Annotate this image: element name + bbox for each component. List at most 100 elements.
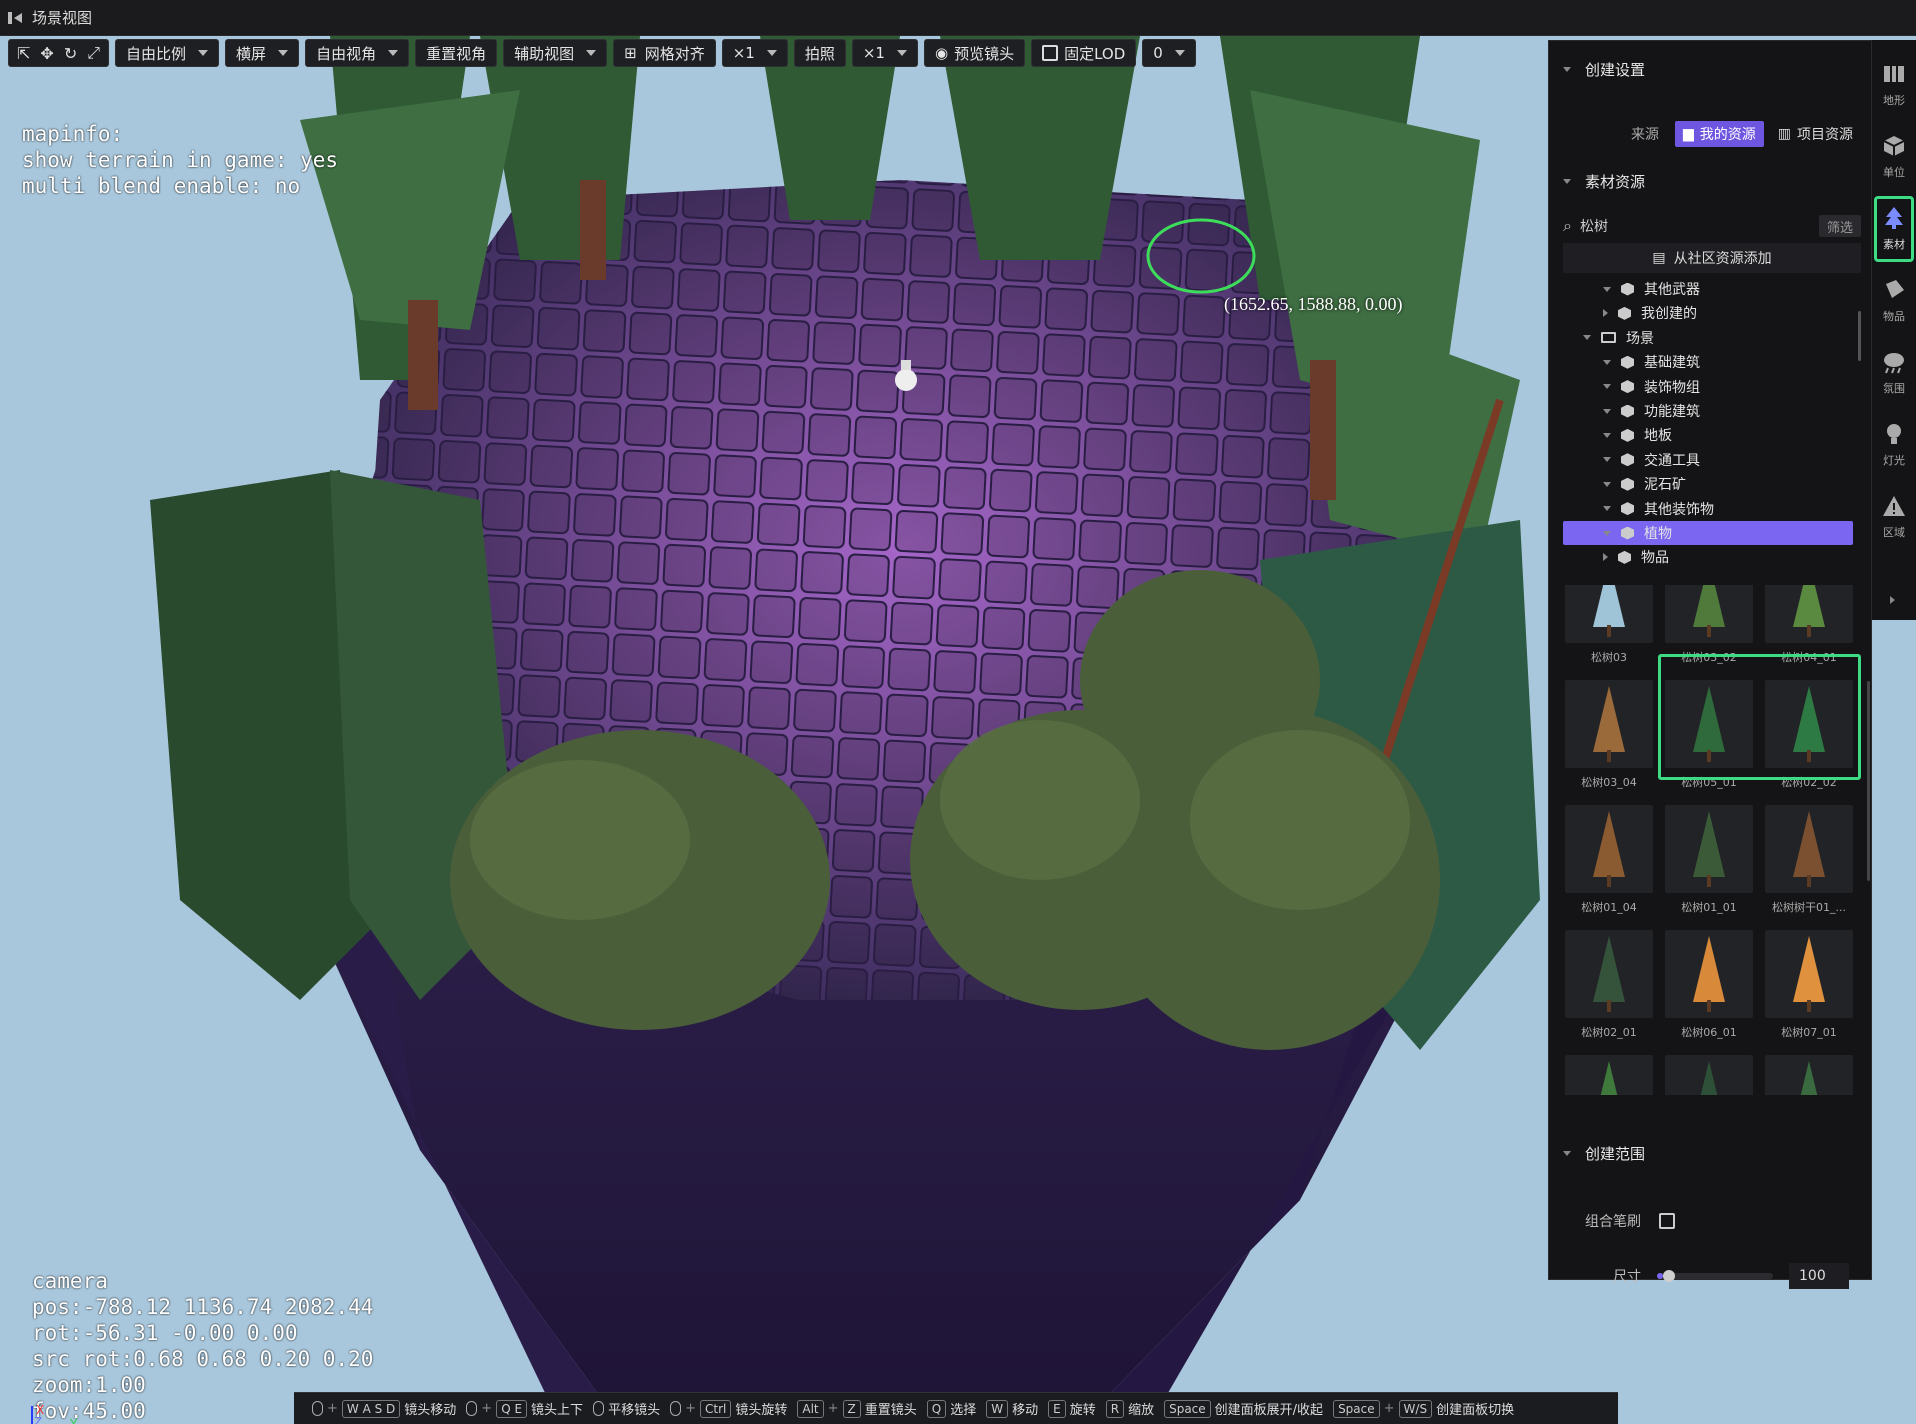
chevron-down-icon[interactable] <box>1583 335 1591 341</box>
community-add-button[interactable]: ▤ 从社区资源添加 <box>1563 243 1861 273</box>
tree-item[interactable]: 植物 <box>1563 521 1853 545</box>
scale-dropdown[interactable]: 自由比例 <box>115 39 220 67</box>
create-range-header[interactable]: 创建范围 <box>1549 1133 1873 1173</box>
reset-view-button[interactable]: 重置视角 <box>415 39 498 67</box>
photo-mult-dropdown[interactable]: ×1 <box>851 39 918 67</box>
pine-tree-icon <box>1600 1061 1618 1095</box>
tree-item[interactable]: 交通工具 <box>1563 448 1853 472</box>
asset-item[interactable]: 松树树干01_... <box>1763 805 1855 927</box>
photo-label: 拍照 <box>804 44 835 63</box>
chevron-down-icon[interactable] <box>1603 408 1611 414</box>
combo-brush-checkbox[interactable] <box>1659 1213 1675 1229</box>
shortcut-hint-bar: + W A S D 镜头移动 + Q E 镜头上下 平移镜头 + Ctrl 镜头旋转 Alt + Z 重置… <box>294 1392 1618 1424</box>
size-slider-handle[interactable] <box>1662 1270 1675 1282</box>
chevron-right-icon[interactable] <box>1603 309 1608 318</box>
chevron-down-icon[interactable] <box>1603 384 1611 390</box>
asset-item[interactable]: 松树01_01 <box>1663 805 1755 927</box>
hint-text: 创建面板展开/收起 <box>1214 1403 1324 1418</box>
chevron-down-icon[interactable] <box>1603 481 1611 487</box>
source-mine-button[interactable]: ▆ 我的资源 <box>1674 121 1764 147</box>
filter-button[interactable]: 筛选 <box>1818 215 1861 237</box>
tree-item[interactable]: 泥石矿 <box>1563 472 1853 496</box>
chevron-down-icon[interactable] <box>1603 432 1611 438</box>
chevron-down-icon[interactable] <box>1603 530 1611 536</box>
editor-app: 场景视图 mapinfo: show terrain in game: yes … <box>0 0 1916 1424</box>
tree-scrollbar[interactable] <box>1858 311 1861 361</box>
view-mode-dropdown[interactable]: 自由视角 <box>305 39 410 67</box>
grid-mult-dropdown[interactable]: ×1 <box>721 39 788 67</box>
rail-button-bulb[interactable]: 灯光 <box>1874 412 1914 478</box>
rotate-tool-icon[interactable]: ↻ <box>64 44 77 63</box>
grid-scrollbar[interactable] <box>1867 681 1870 881</box>
fixed-lod-label: 固定LOD <box>1064 44 1126 63</box>
chevron-right-icon[interactable] <box>1603 553 1608 562</box>
tree-item[interactable]: 地板 <box>1563 423 1853 447</box>
tree-item-label: 我创建的 <box>1641 306 1697 323</box>
create-settings-header[interactable]: 创建设置 <box>1549 49 1873 89</box>
tree-item[interactable]: 其他装饰物 <box>1563 497 1853 521</box>
search-input[interactable] <box>1579 218 1780 234</box>
pine-tree-icon <box>1693 811 1725 887</box>
material-header[interactable]: 素材资源 <box>1549 161 1873 201</box>
asset-item[interactable]: 松树03 <box>1563 585 1655 677</box>
rail-button-weather[interactable]: 氛围 <box>1874 340 1914 406</box>
aux-view-dropdown[interactable]: 辅助视图 <box>503 39 608 67</box>
asset-item[interactable]: 松树02_01 <box>1563 930 1655 1052</box>
tree-item[interactable]: 装饰物组 <box>1563 375 1853 399</box>
rail-button-warning[interactable]: 区域 <box>1874 484 1914 550</box>
asset-label: 松树树干01_... <box>1772 901 1846 914</box>
move-tool-icon[interactable]: ✥ <box>40 44 53 63</box>
fixed-lod-checkbox[interactable]: 固定LOD <box>1031 39 1137 67</box>
asset-item[interactable] <box>1663 1055 1755 1095</box>
asset-item[interactable]: 松树07_01 <box>1763 930 1855 1052</box>
lod-value-dropdown[interactable]: 0 <box>1142 39 1196 67</box>
tree-item-label: 植物 <box>1644 526 1672 542</box>
tree-item-label: 功能建筑 <box>1644 404 1700 420</box>
shortcut-hint: E 旋转 <box>1048 1399 1096 1418</box>
rail-button-unit-cube[interactable]: 单位 <box>1874 124 1914 190</box>
tree-item[interactable]: 物品 <box>1563 545 1853 565</box>
rail-button-terrain[interactable]: 地形 <box>1874 52 1914 118</box>
tree-item-label: 场景 <box>1626 330 1654 347</box>
tree-item[interactable]: 功能建筑 <box>1563 399 1853 423</box>
rail-button-label: 区域 <box>1883 526 1905 539</box>
chevron-down-icon <box>766 50 777 56</box>
asset-item[interactable]: 松树06_01 <box>1663 930 1755 1052</box>
size-slider[interactable] <box>1657 1270 1773 1282</box>
category-tree: 其他武器我创建的场景基础建筑 装饰物组功能建筑地板 交通工具 泥石矿 其他装饰物植物物品 <box>1563 277 1861 565</box>
asset-item[interactable] <box>1563 1055 1655 1095</box>
rail-button-item[interactable]: 物品 <box>1874 268 1914 334</box>
chevron-down-icon[interactable] <box>1603 506 1611 512</box>
chevron-right-icon[interactable] <box>1890 596 1895 604</box>
hint-text: 镜头上下 <box>531 1403 584 1418</box>
source-project-button[interactable]: ▥ 项目资源 <box>1770 121 1861 147</box>
select-tool-icon[interactable]: ⇱ <box>17 44 30 63</box>
size-input[interactable]: 100 <box>1789 1263 1849 1289</box>
asset-item[interactable]: 松树03_04 <box>1563 680 1655 802</box>
scale-tool-icon[interactable]: ⤢ <box>87 43 100 63</box>
tree-item[interactable]: 场景 <box>1563 326 1853 350</box>
chevron-down-icon[interactable] <box>1603 286 1611 292</box>
shortcut-hint: 平移镜头 <box>593 1399 660 1418</box>
checkbox-icon <box>1042 45 1059 61</box>
scene-view-icon <box>8 11 26 24</box>
create-range-title: 创建范围 <box>1585 1144 1646 1163</box>
preview-camera-button[interactable]: ◉ 预览镜头 <box>923 39 1026 67</box>
tree-item[interactable]: 基础建筑 <box>1563 350 1853 374</box>
source-mine-label: 我的资源 <box>1699 127 1756 143</box>
chevron-down-icon[interactable] <box>1603 457 1611 463</box>
chevron-down-icon <box>586 50 597 56</box>
tree-item[interactable]: 其他武器 <box>1563 277 1853 301</box>
photo-button[interactable]: 拍照 <box>793 39 846 67</box>
chevron-down-icon[interactable] <box>1603 359 1611 365</box>
cube-icon <box>1621 380 1634 394</box>
asset-item[interactable] <box>1763 1055 1855 1095</box>
asset-item[interactable]: 松树01_04 <box>1563 805 1655 927</box>
plus-separator: + <box>1383 1401 1395 1416</box>
rail-button-label: 素材 <box>1883 238 1905 251</box>
tree-item[interactable]: 我创建的 <box>1563 301 1853 325</box>
grid-align-button[interactable]: ⊞ 网格对齐 <box>613 39 716 67</box>
rail-button-tree[interactable]: 素材 <box>1874 196 1914 262</box>
asset-thumbnail <box>1565 930 1653 1018</box>
orientation-dropdown[interactable]: 横屏 <box>225 39 300 67</box>
